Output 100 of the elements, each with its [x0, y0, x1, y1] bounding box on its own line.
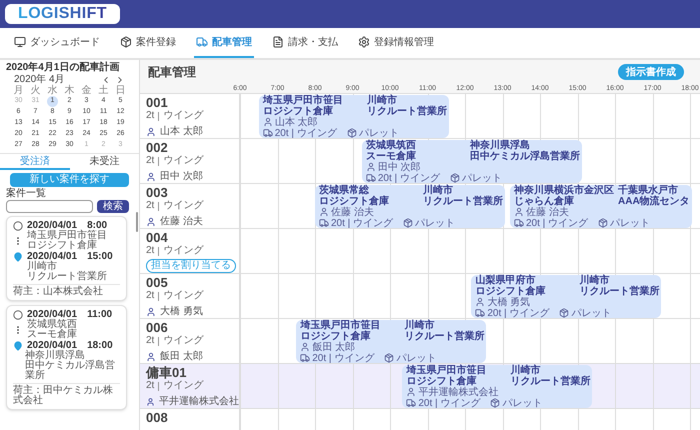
delivery-bar[interactable]: 埼玉県戸田市笹目 ロジシフト倉庫 川崎市 リクルート営業所 飯田 太郎 20t | ウイング パレット [296, 320, 486, 363]
box-icon [450, 173, 460, 183]
order-tab[interactable]: 受注済 [0, 154, 70, 170]
delivery-bar[interactable]: 茨城県筑西 スーモ倉庫 神奈川県浮島 田中ケミカル浮島営業所 田中 次郎 20t | ウイング パレット [362, 140, 582, 183]
driver-name: 大橋 勇気 [160, 306, 203, 318]
origin-address: じゃらん倉庫 [514, 196, 575, 206]
vehicle-body: ウイング [163, 200, 204, 212]
date: 2020/04/01 [27, 340, 78, 351]
destination-address: 川崎市 [404, 320, 436, 330]
destination-address: 川崎市 [423, 184, 454, 196]
weekday-label: 土 [98, 85, 110, 96]
person-icon [262, 117, 273, 127]
vehicle-body: ウイング [163, 380, 204, 392]
origin-address: 埼玉県戸田市笹目 [300, 320, 382, 330]
box-icon [559, 308, 570, 318]
shipper-name: 荷主：山本株式会社 [13, 284, 120, 297]
origin-address: 埼玉県戸田市笹目 [406, 364, 488, 376]
person-icon [406, 387, 416, 397]
nav-tab[interactable]: 案件登録 [118, 28, 178, 58]
truck-icon [475, 308, 486, 318]
address: スーモ倉庫 [27, 330, 77, 340]
vehicle-name: 傭車01 [146, 366, 188, 380]
date: 2020/04/01 [27, 309, 78, 320]
vehicle-capacity: 2t [146, 110, 154, 122]
driver-name: 田中 次郎 [160, 171, 203, 183]
box-icon [120, 36, 132, 48]
truck-icon [319, 218, 329, 228]
delivery-bar[interactable]: 埼玉県戸田市笹目 ロジシフト倉庫 川崎市 リクルート営業所 平井運輸株式会社 20t | ウイング パレット [402, 365, 592, 408]
driver-name: 飯田 太郎 [312, 342, 356, 352]
address: 川崎市 [27, 262, 58, 272]
truck-spec: 20t | ウイング [487, 308, 550, 318]
cargo-type: パレット [415, 218, 456, 228]
case-card[interactable]: 2020/04/01 11:00 茨城県筑西 スーモ倉庫 2020/04/01 18:00 神奈川県浮島 田中ケミカル浮島営業所 荷主：田中ケミカル株式会社 [6, 305, 127, 410]
order-tab[interactable]: 未受注 [70, 154, 139, 170]
weekday-label: 金 [80, 85, 92, 96]
search-field[interactable] [6, 200, 93, 213]
address: 茨城県筑西 [27, 320, 77, 330]
destination-address: 田中ケミカル浮島営業所 [470, 150, 580, 162]
vehicle-capacity: 2t [146, 290, 154, 302]
person-icon [146, 217, 156, 227]
delivery-bar[interactable]: 神奈川県横浜市金沢区 じゃらん倉庫 千葉県水戸市 AAA物流センタ 佐藤 治夫 20t | ウイング パレット [510, 185, 692, 228]
delivery-bar[interactable]: 埼玉県戸田市笹目 ロジシフト倉庫 川崎市 リクルート営業所 山本 太郎 20t | ウイング パレット [258, 95, 449, 138]
vehicle-name: 004 [146, 231, 169, 245]
origin-address: ロジシフト倉庫 [300, 330, 372, 342]
origin-address: ロジシフト倉庫 [319, 196, 390, 206]
person-icon [514, 207, 524, 217]
truck-icon [366, 173, 376, 183]
delivery-bar[interactable]: 山梨県甲府市 ロジシフト倉庫 川崎市 リクルート営業所 大橋 勇気 20t | ウイング パレット [471, 275, 662, 318]
destination-address: リクルート営業所 [423, 196, 503, 206]
scrollbar-thumb[interactable] [136, 212, 138, 232]
date: 2020/04/01 [27, 251, 78, 262]
vehicle-capacity: 2t [146, 200, 154, 212]
vehicle-name: 003 [146, 186, 169, 200]
box-icon [384, 353, 394, 363]
truck-icon [514, 218, 524, 228]
origin-address: 山梨県甲府市 [475, 274, 536, 286]
map-pin-icon [13, 340, 23, 350]
destination-address: リクルート営業所 [404, 330, 484, 342]
destination-address: リクルート営業所 [510, 376, 590, 386]
cargo-type: パレット [571, 308, 612, 318]
vehicle-body: ウイング [163, 335, 204, 347]
weekday-label: 火 [30, 85, 42, 96]
destination-address: 川崎市 [579, 274, 610, 286]
vehicle-capacity: 2t [146, 335, 154, 347]
nav-tab[interactable]: 請求・支払 [270, 28, 340, 58]
truck-icon [262, 128, 273, 138]
origin-address: 茨城県常総 [319, 184, 369, 196]
cargo-type: パレット [502, 398, 542, 408]
person-icon [146, 172, 156, 182]
destination-address: 神奈川県浮島 [470, 140, 531, 150]
driver-name: 平井運輸株式会社 [159, 396, 239, 408]
address: 田中ケミカル浮島営業所 [25, 361, 116, 381]
vehicle-body: ウイング [163, 110, 204, 122]
nav-tab[interactable]: 登録情報管理 [356, 28, 436, 58]
monitor-icon [14, 36, 26, 48]
time: 11:00 [87, 309, 112, 320]
time: 18:00 [87, 340, 113, 351]
vehicle-name: 001 [146, 96, 169, 110]
origin-address: 神奈川県横浜市金沢区 [514, 184, 614, 196]
driver-name: 飯田 太郎 [160, 351, 203, 363]
person-icon [146, 352, 156, 362]
cargo-type: パレット [396, 352, 436, 363]
circle-icon [13, 310, 23, 320]
driver-name: 山本 太郎 [274, 116, 318, 128]
nav-tab[interactable]: ダッシュボード [12, 28, 102, 58]
cargo-type: パレット [610, 218, 650, 228]
address: 埼玉県戸田市笹目 [27, 231, 107, 241]
person-icon [366, 162, 376, 172]
box-icon [598, 218, 608, 228]
weekday-label: 月 [12, 85, 24, 96]
calendar-month: 2020年 4月 [14, 74, 65, 85]
destination-address: 川崎市 [366, 94, 398, 106]
delivery-bar[interactable]: 茨城県常総 ロジシフト倉庫 川崎市 リクルート営業所 佐藤 治夫 20t | ウイング パレット [315, 185, 505, 228]
case-card[interactable]: 2020/04/01 8:00 埼玉県戸田市笹目 ロジシフト倉庫 2020/04/01 15:00 川崎市 リクルート営業所 荷主：山本株式会社 [6, 216, 127, 301]
search-button[interactable]: 検索 [97, 200, 129, 213]
driver-name: 山本 太郎 [160, 126, 203, 138]
date: 2020/04/01 [27, 220, 78, 231]
destination-address: AAA物流センタ [618, 196, 690, 206]
nav-tab[interactable]: 配車管理 [194, 28, 254, 58]
vehicle-body: ウイング [163, 245, 204, 257]
